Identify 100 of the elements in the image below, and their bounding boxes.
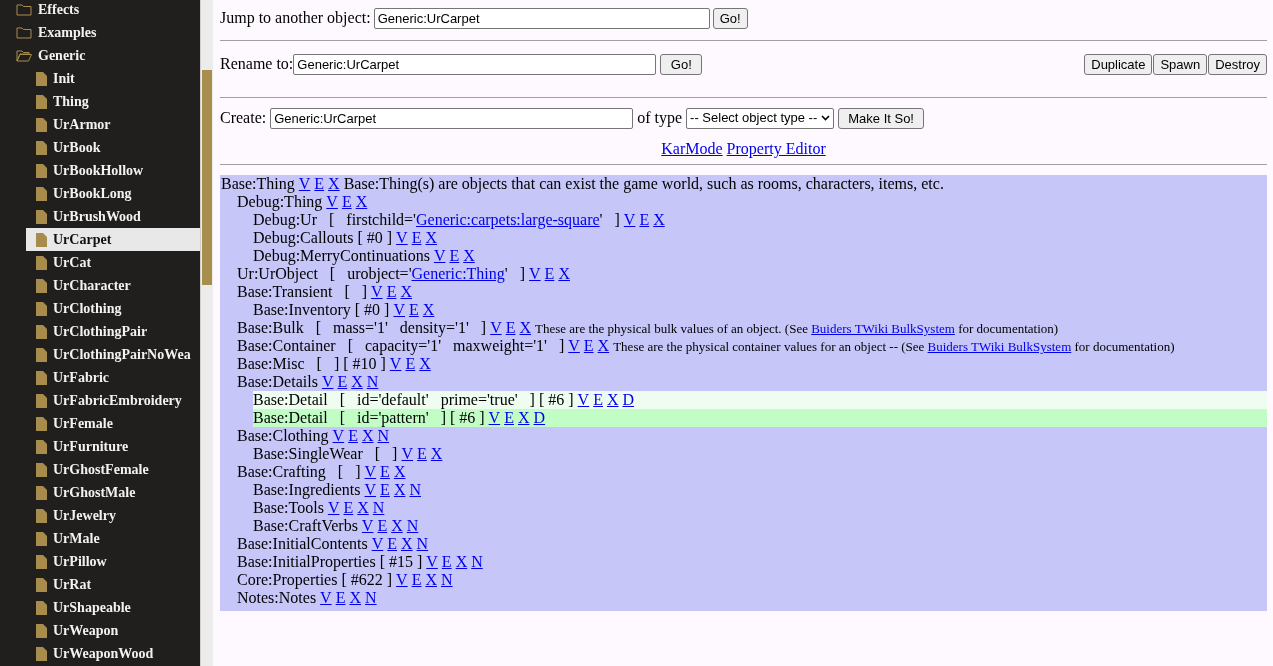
make-button[interactable]: Make It So!: [838, 107, 924, 129]
action-link[interactable]: E: [417, 445, 427, 463]
action-link[interactable]: N: [366, 373, 379, 391]
jump-field[interactable]: Generic:UrCarpet: [373, 7, 710, 29]
action-link[interactable]: E: [441, 553, 452, 571]
action-link[interactable]: X: [653, 211, 665, 229]
create-field[interactable]: Generic:UrCarpet: [270, 107, 634, 129]
sidebar-item[interactable]: UrBookHollow: [26, 159, 200, 182]
action-link[interactable]: E: [343, 499, 354, 517]
object-link[interactable]: Generic:Thing: [411, 265, 505, 282]
action-link[interactable]: N: [416, 535, 429, 553]
sidebar-item[interactable]: UrBookLong: [26, 182, 200, 205]
sidebar-item[interactable]: UrWeapon: [26, 619, 200, 642]
action-link[interactable]: E: [380, 463, 390, 481]
action-button[interactable]: Spawn: [1153, 53, 1208, 75]
action-link[interactable]: N: [406, 517, 419, 535]
action-link[interactable]: E: [380, 481, 390, 499]
sidebar-item[interactable]: UrClothing: [26, 297, 200, 320]
action-link[interactable]: E: [386, 283, 397, 301]
action-link[interactable]: E: [449, 247, 460, 265]
action-link[interactable]: X: [419, 355, 431, 373]
action-link[interactable]: X: [606, 391, 619, 409]
sidebar-item[interactable]: UrJewelry: [26, 504, 200, 527]
action-link[interactable]: N: [365, 589, 377, 607]
action-link[interactable]: E: [337, 373, 348, 391]
action-link[interactable]: N: [372, 499, 385, 517]
action-link[interactable]: X: [455, 553, 468, 571]
action-link[interactable]: V: [364, 481, 377, 499]
action-link[interactable]: X: [349, 589, 361, 607]
object-link[interactable]: Generic:carpets:large-square: [416, 211, 600, 228]
action-link[interactable]: E: [504, 409, 514, 427]
action-link[interactable]: V: [371, 283, 383, 301]
action-link[interactable]: V: [568, 337, 580, 355]
action-button[interactable]: Destroy: [1208, 53, 1267, 75]
action-link[interactable]: V: [490, 319, 502, 337]
action-link[interactable]: X: [425, 229, 437, 247]
go-button[interactable]: Go!: [660, 53, 703, 75]
action-link[interactable]: E: [314, 175, 325, 193]
action-link[interactable]: N: [409, 481, 421, 499]
nav-link[interactable]: Property Editor: [726, 137, 826, 161]
action-button[interactable]: Duplicate: [1084, 53, 1153, 75]
sidebar-item[interactable]: UrClothingPairNoWea: [26, 343, 200, 366]
sidebar-item[interactable]: UrMale: [26, 527, 200, 550]
sidebar-item[interactable]: Thing: [26, 90, 200, 113]
action-link[interactable]: N: [441, 571, 453, 589]
action-link[interactable]: X: [430, 445, 443, 463]
sidebar-item[interactable]: UrGhostFemale: [26, 458, 200, 481]
action-link[interactable]: X: [393, 481, 406, 499]
action-link[interactable]: V: [396, 571, 408, 589]
sidebar-item[interactable]: Generic: [8, 44, 200, 67]
sidebar-item[interactable]: UrPillow: [26, 550, 200, 573]
go-button[interactable]: Go!: [712, 7, 748, 29]
action-link[interactable]: V: [401, 445, 413, 463]
action-link[interactable]: V: [577, 391, 590, 409]
action-link[interactable]: X: [361, 427, 374, 445]
action-link[interactable]: E: [408, 301, 419, 319]
action-link[interactable]: X: [328, 175, 340, 193]
action-link[interactable]: X: [597, 337, 610, 355]
sidebar-item[interactable]: Examples: [8, 21, 200, 44]
scrollbar-thumb[interactable]: [202, 70, 212, 285]
action-link[interactable]: E: [387, 535, 397, 553]
sidebar-item[interactable]: UrBook: [26, 136, 200, 159]
action-link[interactable]: E: [544, 265, 555, 283]
action-link[interactable]: E: [593, 391, 603, 409]
rename-field[interactable]: Generic:UrCarpet: [293, 53, 657, 75]
sidebar-item[interactable]: UrFabric: [26, 366, 200, 389]
sidebar-item[interactable]: UrFurniture: [26, 435, 200, 458]
action-link[interactable]: X: [401, 535, 413, 553]
action-link[interactable]: X: [351, 373, 363, 391]
action-link[interactable]: V: [393, 301, 405, 319]
sidebar-item[interactable]: UrArmor: [26, 113, 200, 136]
action-link[interactable]: E: [348, 427, 358, 445]
sidebar-item[interactable]: UrCharacter: [26, 274, 200, 297]
action-link[interactable]: V: [389, 355, 402, 373]
highlighted-row[interactable]: Base:Detail [ id='default' prime='true' ] [ #6 ] V E X D: [253, 391, 1267, 409]
action-link[interactable]: V: [332, 427, 345, 445]
action-link[interactable]: V: [529, 265, 541, 283]
action-link[interactable]: D: [622, 391, 635, 409]
action-link[interactable]: V: [396, 229, 408, 247]
sidebar-item[interactable]: Init: [26, 67, 200, 90]
action-link[interactable]: E: [583, 337, 594, 355]
sidebar-item[interactable]: UrRat: [26, 573, 200, 596]
nav-link[interactable]: KarMode: [661, 137, 723, 161]
action-link[interactable]: V: [326, 193, 338, 211]
action-link[interactable]: V: [488, 409, 501, 427]
action-link[interactable]: D: [533, 409, 546, 427]
action-link[interactable]: X: [391, 517, 403, 535]
action-link[interactable]: E: [411, 229, 422, 247]
action-link[interactable]: V: [426, 553, 438, 571]
sidebar-item[interactable]: UrBrushWood: [26, 205, 200, 228]
action-link[interactable]: X: [355, 193, 368, 211]
sidebar-item[interactable]: UrGhostMale: [26, 481, 200, 504]
sidebar-item[interactable]: UrFabricEmbroidery: [26, 389, 200, 412]
sidebar-item[interactable]: UrCat: [26, 251, 200, 274]
action-link[interactable]: V: [320, 589, 332, 607]
action-link[interactable]: X: [558, 265, 570, 283]
action-link[interactable]: X: [357, 499, 369, 517]
action-link[interactable]: X: [463, 247, 475, 265]
sidebar-item[interactable]: UrCarpet: [26, 228, 200, 251]
action-link[interactable]: V: [361, 517, 374, 535]
